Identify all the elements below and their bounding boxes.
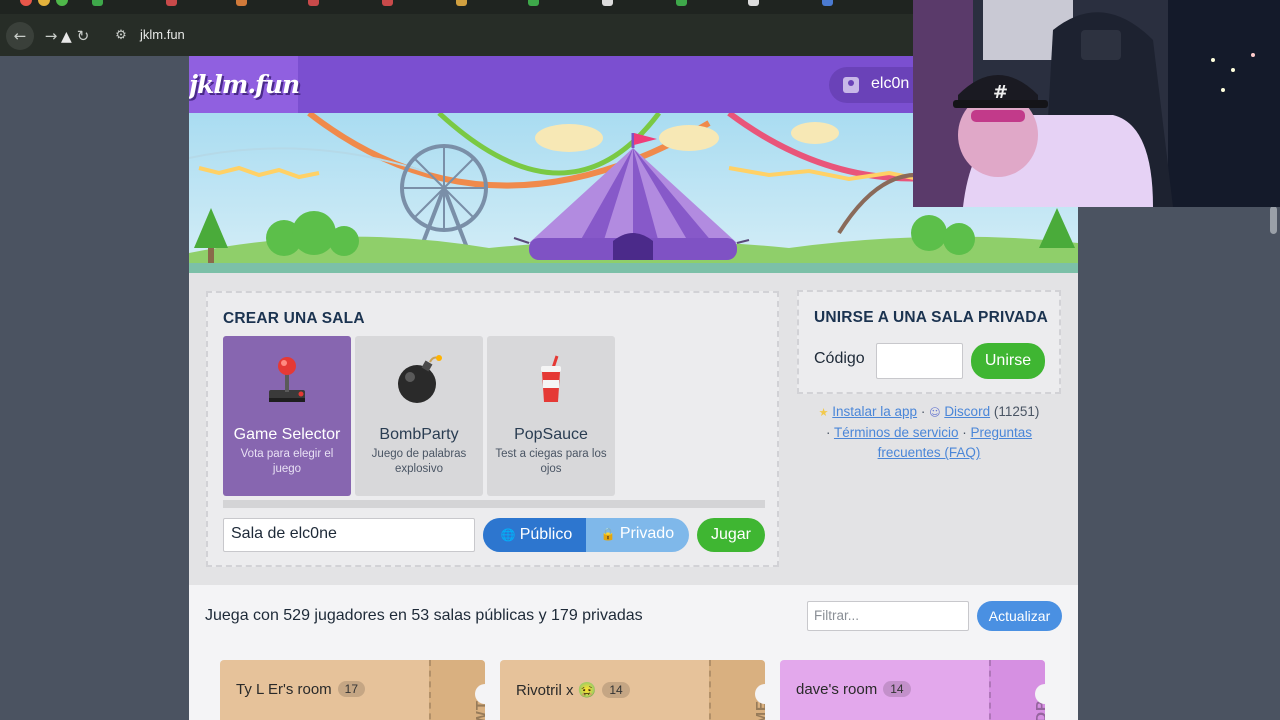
- refresh-button[interactable]: Actualizar: [977, 601, 1062, 631]
- filter-input[interactable]: Filtrar...: [807, 601, 969, 631]
- private-option-button[interactable]: 🔒 Privado: [586, 518, 689, 552]
- link-separator: ·: [825, 425, 834, 440]
- game-name: BombParty: [379, 426, 459, 443]
- avatar-icon: [843, 77, 859, 93]
- create-room-title: CREAR UNA SALA: [223, 310, 365, 327]
- join-private-title: UNIRSE A UNA SALA PRIVADA: [814, 309, 1049, 326]
- public-option-button[interactable]: 🌐 Público: [483, 518, 586, 552]
- game-card-game-selector[interactable]: Game Selector Vota para elegir el juego: [223, 336, 351, 496]
- private-label: Privado: [619, 525, 675, 542]
- tab-favicon-icon[interactable]: [676, 0, 687, 6]
- tab-favicon-icon[interactable]: [236, 0, 247, 6]
- site-settings-icon[interactable]: ⚙: [110, 25, 132, 47]
- footer-links: ★ Instalar la app · ☺ Discord (11251) · …: [797, 402, 1061, 463]
- site-logo[interactable]: jklm.fun: [189, 56, 300, 113]
- tab-favicon-icon[interactable]: [822, 0, 833, 6]
- window-minimize-dot[interactable]: [38, 0, 50, 6]
- room-settings-divider: [223, 500, 765, 508]
- room-name: dave's room 14: [796, 681, 911, 698]
- window-close-dot[interactable]: [20, 0, 32, 6]
- tab-favicon-icon[interactable]: [602, 0, 613, 6]
- svg-text:#: #: [993, 82, 1008, 103]
- player-count-badge: 14: [602, 682, 630, 698]
- discord-link[interactable]: Discord: [944, 404, 990, 419]
- reload-icon[interactable]: ↻: [71, 24, 95, 48]
- joystick-icon: [269, 357, 305, 402]
- window-maximize-dot[interactable]: [56, 0, 68, 6]
- player-count-badge: 14: [883, 681, 911, 697]
- bomb-icon: [398, 355, 442, 403]
- tab-favicon-icon[interactable]: [382, 0, 393, 6]
- streamer-webcam-image: #: [913, 0, 1280, 207]
- room-name-text: Ty L Er's room: [236, 681, 332, 698]
- scrollbar-thumb[interactable]: [1270, 206, 1277, 234]
- username-label: elc0n: [871, 75, 910, 92]
- player-count-badge: 17: [337, 681, 366, 697]
- game-name: Game Selector: [233, 426, 341, 443]
- webcam-overlay: #: [913, 0, 1280, 207]
- game-description: Test a ciegas para los ojos: [495, 448, 607, 475]
- room-ticket[interactable]: Rivotril x 🤢14 GME: [500, 660, 765, 720]
- link-separator: ·: [917, 404, 930, 419]
- room-name: Ty L Er's room 17: [236, 681, 366, 698]
- tab-favicon-icon[interactable]: [528, 0, 539, 6]
- cup-icon: [541, 355, 561, 402]
- room-name-input[interactable]: Sala de elc0ne: [223, 518, 475, 552]
- visibility-toggle: 🌐 Público 🔒 Privado: [483, 518, 689, 552]
- room-name-text: Rivotril x 🤢: [516, 682, 597, 699]
- rooms-summary: Juega con 529 jugadores en 53 salas públ…: [205, 607, 643, 624]
- join-button[interactable]: Unirse: [971, 343, 1045, 379]
- address-bar[interactable]: jklm.fun: [140, 27, 185, 42]
- room-name-text: dave's room: [796, 681, 878, 698]
- public-label: Público: [519, 526, 573, 543]
- code-label: Código: [814, 350, 865, 367]
- tab-favicon-icon[interactable]: [92, 0, 103, 6]
- game-description: Juego de palabras explosivo: [371, 448, 467, 475]
- game-card-bombparty[interactable]: BombParty Juego de palabras explosivo: [355, 336, 483, 496]
- room-ticket[interactable]: Ty L Er's room17 YWT: [220, 660, 485, 720]
- tab-favicon-icon[interactable]: [166, 0, 177, 6]
- mouse-cursor-icon: ▲: [61, 29, 72, 45]
- play-button[interactable]: Jugar: [697, 518, 765, 552]
- create-room-panel: CREAR UNA SALA Game Selector Vota para e…: [206, 291, 779, 567]
- join-private-panel: UNIRSE A UNA SALA PRIVADA Código Unirse: [797, 290, 1061, 394]
- room-name: Rivotril x 🤢 14: [516, 681, 630, 699]
- game-name: PopSauce: [514, 426, 588, 443]
- game-description: Vota para elegir el juego: [240, 448, 334, 475]
- discord-count: (11251): [993, 404, 1040, 419]
- back-arrow-icon[interactable]: ←: [6, 22, 34, 50]
- tab-favicon-icon[interactable]: [456, 0, 467, 6]
- room-code-input[interactable]: [876, 343, 963, 379]
- game-card-popsauce[interactable]: PopSauce Test a ciegas para los ojos: [487, 336, 615, 496]
- terms-link[interactable]: Términos de servicio: [834, 425, 959, 440]
- globe-icon: 🌐: [500, 528, 516, 542]
- tab-favicon-icon[interactable]: [748, 0, 759, 6]
- public-rooms-section: Juega con 529 jugadores en 53 salas públ…: [189, 585, 1078, 720]
- lock-icon: 🔒: [600, 527, 616, 541]
- install-app-link[interactable]: Instalar la app: [832, 404, 917, 419]
- room-ticket[interactable]: dave's room14 CDP: [780, 660, 1045, 720]
- link-separator: ·: [958, 425, 971, 440]
- forward-arrow-icon[interactable]: →: [39, 24, 63, 48]
- star-icon: ★: [818, 406, 829, 419]
- discord-icon: ☺: [929, 406, 941, 419]
- tab-favicon-icon[interactable]: [308, 0, 319, 6]
